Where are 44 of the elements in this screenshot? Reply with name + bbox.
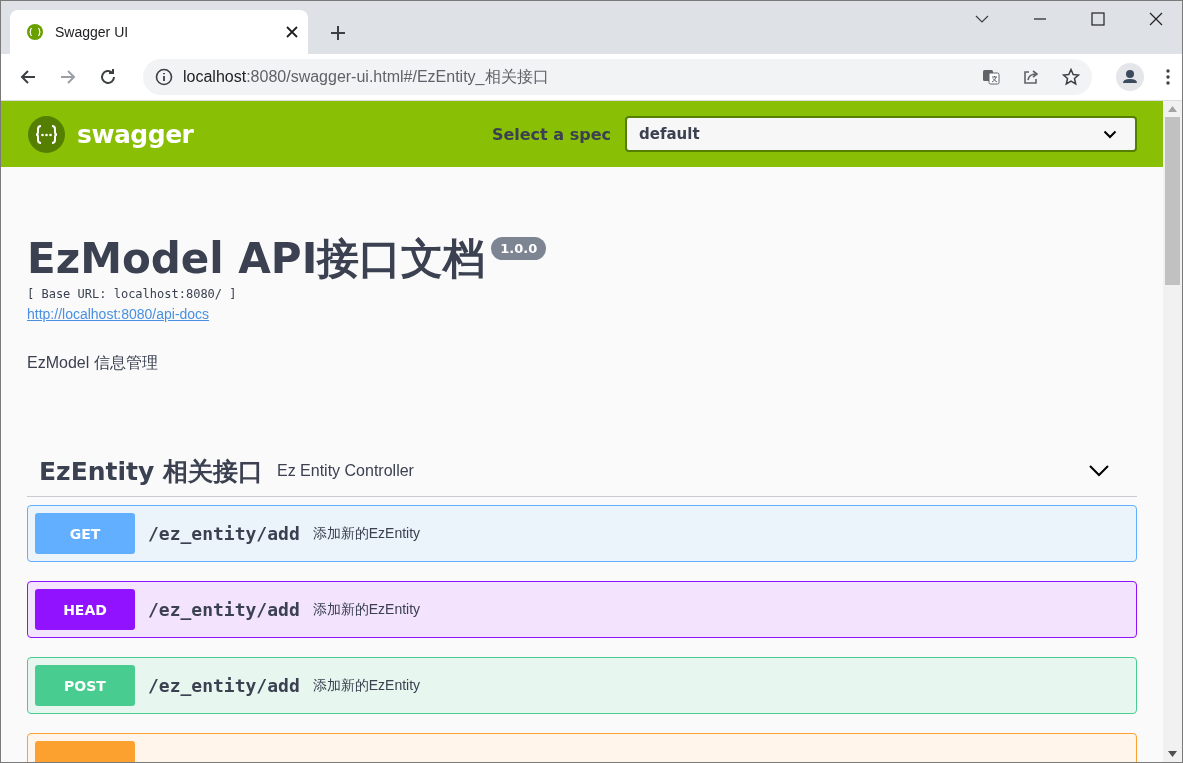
section-description: Ez Entity Controller <box>277 462 415 480</box>
reload-icon[interactable] <box>99 68 117 86</box>
address-text: localhost:8080/swagger-ui.html#/EzEntity_相关接口 <box>183 66 550 87</box>
maximize-icon[interactable] <box>1090 11 1106 27</box>
scrollbar-thumb[interactable] <box>1165 117 1180 285</box>
back-icon[interactable] <box>19 68 37 86</box>
endpoint-path: /ez_entity/add <box>148 675 300 696</box>
close-icon[interactable] <box>286 26 298 38</box>
section-title: EzEntity 相关接口 <box>39 455 263 488</box>
endpoint-summary: 添加新的EzEntity <box>312 676 421 695</box>
chevron-icon[interactable] <box>1089 465 1109 477</box>
base-url: [ Base URL: localhost:8080/ ] <box>27 287 238 301</box>
endpoint-summary: 添加新的EzEntity <box>312 524 421 543</box>
swagger-logo-icon <box>28 115 65 153</box>
new-tab-icon[interactable] <box>330 25 346 41</box>
menu-icon[interactable] <box>1166 69 1170 85</box>
swagger-favicon-icon <box>27 24 43 40</box>
translate-icon[interactable] <box>982 68 1000 86</box>
star-icon[interactable] <box>1062 68 1080 86</box>
api-title: EzModel API接口文档 <box>27 233 486 285</box>
logo-text: swagger <box>77 119 194 149</box>
endpoint-path: /ez_entity/add <box>148 523 300 544</box>
share-icon[interactable] <box>1022 68 1040 86</box>
operation-row[interactable]: POST /ez_entity/add 添加新的EzEntity <box>27 657 1137 714</box>
close-icon[interactable] <box>1148 11 1164 27</box>
endpoint-summary: 添加新的EzEntity <box>312 600 421 619</box>
spec-label: Select a spec <box>491 124 611 144</box>
caret-icon <box>1103 129 1117 139</box>
scrollbar[interactable] <box>1163 101 1182 762</box>
method-badge: HEAD <box>35 589 135 630</box>
operation-row[interactable]: HEAD /ez_entity/add 添加新的EzEntity <box>27 581 1137 638</box>
address-bar[interactable]: localhost:8080/swagger-ui.html#/EzEntity_相关接口 <box>143 59 1092 95</box>
endpoint-path: /ez_entity/add <box>148 599 300 620</box>
info-icon[interactable] <box>155 68 173 86</box>
forward-icon[interactable] <box>59 68 77 86</box>
browser-tab[interactable]: Swagger UI <box>10 10 308 54</box>
method-badge: POST <box>35 665 135 706</box>
operation-row[interactable]: GET /ez_entity/add 添加新的EzEntity <box>27 505 1137 562</box>
scroll-down-icon[interactable] <box>1168 751 1177 757</box>
method-badge: GET <box>35 513 135 554</box>
profile-icon[interactable] <box>1116 63 1144 91</box>
api-description: EzModel 信息管理 <box>27 353 159 373</box>
version-badge: 1.0.0 <box>491 237 547 260</box>
spec-select[interactable]: default <box>625 116 1137 152</box>
